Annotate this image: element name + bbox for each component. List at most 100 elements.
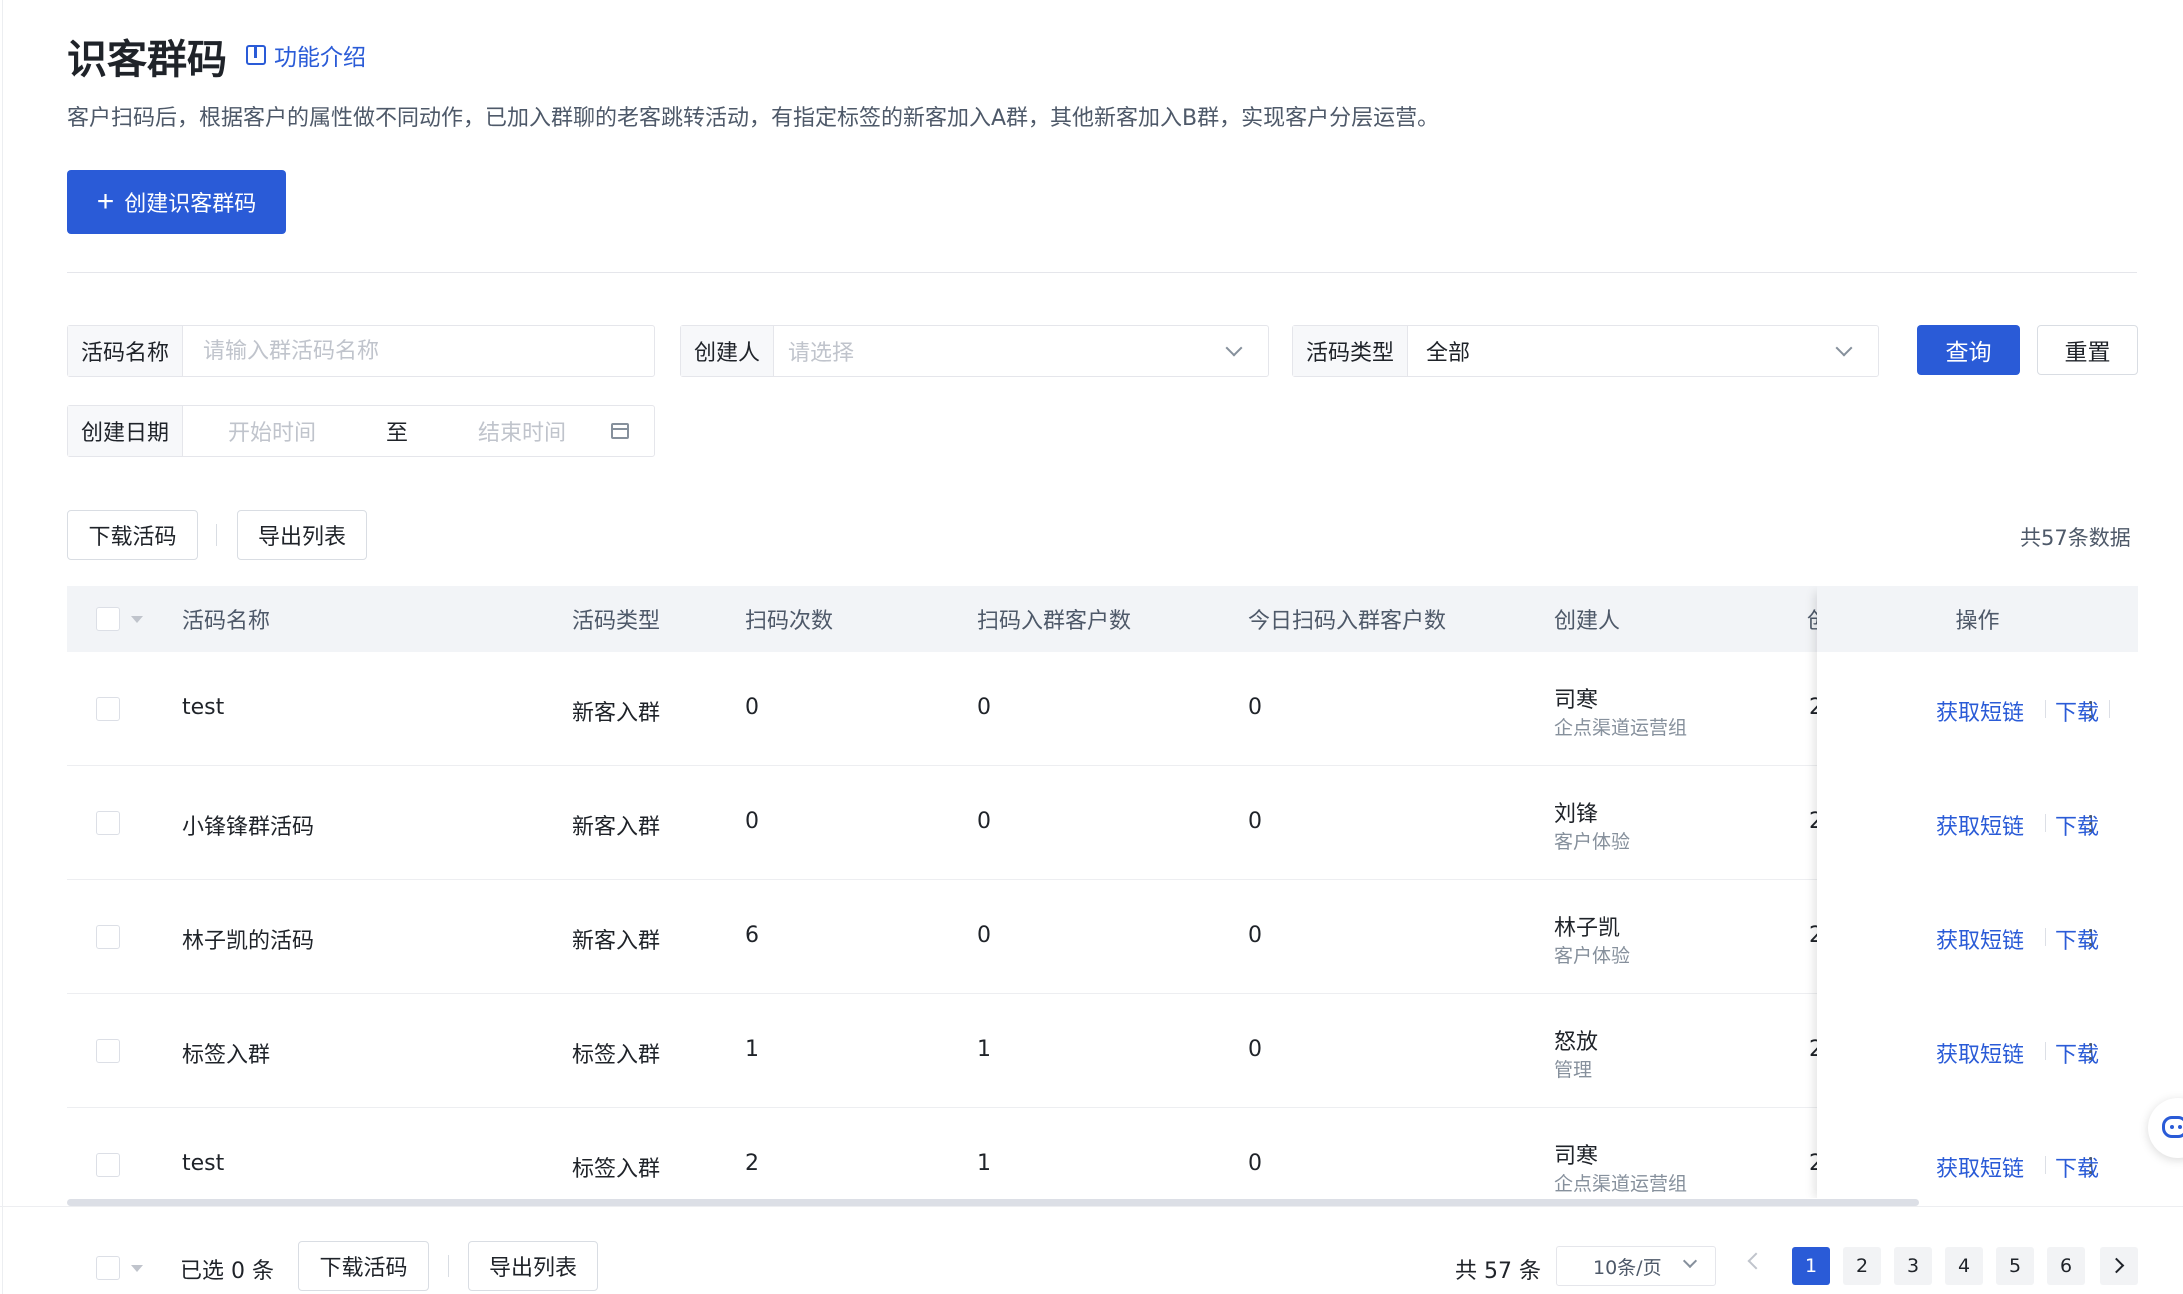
prev-page-button[interactable] bbox=[1747, 1252, 1765, 1270]
cell-joined: 0 bbox=[977, 809, 991, 834]
cell-scans: 6 bbox=[745, 923, 759, 948]
page-size-select[interactable]: 10条/页 bbox=[1556, 1246, 1716, 1286]
get-short-link-button[interactable]: 获取短链 bbox=[1936, 1151, 2024, 1183]
cell-scans: 0 bbox=[745, 809, 759, 834]
operations-column: 操作 获取短链 下载 获取短链 下载 获取短链 下载 获取短链 下载 获取短链 … bbox=[1817, 586, 2138, 1204]
cell-joined: 1 bbox=[977, 1037, 991, 1062]
cell-name: 标签入群 bbox=[182, 1043, 271, 1068]
op-separator bbox=[2045, 928, 2046, 946]
footer-divider bbox=[0, 1206, 2183, 1207]
col-joined: 扫码入群客户数 bbox=[977, 609, 1132, 634]
pagination-total: 共 57 条 bbox=[1455, 1259, 1541, 1284]
chevron-down-icon bbox=[1225, 339, 1243, 357]
feature-intro-link[interactable]: 功能介绍 bbox=[246, 38, 366, 72]
cell-creator: 司寒 bbox=[1554, 688, 1599, 713]
row-checkbox[interactable] bbox=[96, 925, 120, 949]
page-6-button[interactable]: 6 bbox=[2047, 1247, 2085, 1285]
cell-joined: 0 bbox=[977, 923, 991, 948]
chevron-right-icon bbox=[2108, 1257, 2125, 1274]
cell-type: 新客入群 bbox=[572, 929, 661, 954]
left-border bbox=[2, 0, 3, 1294]
row-checkbox[interactable] bbox=[96, 1153, 120, 1177]
date-filter[interactable]: 创建日期 开始时间 至 结束时间 bbox=[67, 405, 655, 457]
cell-name: 小锋锋群活码 bbox=[182, 815, 315, 840]
download-codes-button[interactable]: 下载活码 bbox=[67, 510, 198, 560]
type-filter[interactable]: 活码类型 全部 bbox=[1292, 325, 1879, 377]
cell-name: 林子凯的活码 bbox=[182, 929, 315, 954]
cell-today-joined: 0 bbox=[1248, 1037, 1262, 1062]
divider bbox=[67, 272, 2137, 273]
chat-icon bbox=[2162, 1116, 2183, 1138]
date-end-input[interactable]: 结束时间 bbox=[478, 415, 566, 447]
footer-download-button[interactable]: 下载活码 bbox=[298, 1241, 429, 1291]
create-code-button[interactable]: + 创建识客群码 bbox=[67, 170, 286, 234]
calendar-icon bbox=[611, 423, 629, 439]
date-range-picker[interactable]: 开始时间 至 结束时间 bbox=[183, 415, 611, 447]
row-checkbox[interactable] bbox=[96, 811, 120, 835]
date-filter-label: 创建日期 bbox=[68, 406, 184, 456]
caret-down-icon[interactable] bbox=[131, 1265, 143, 1272]
col-scans: 扫码次数 bbox=[745, 609, 834, 634]
op-separator bbox=[2045, 1042, 2046, 1060]
get-short-link-button[interactable]: 获取短链 bbox=[1936, 695, 2024, 727]
type-select[interactable]: 全部 bbox=[1408, 335, 1838, 367]
name-filter: 活码名称 bbox=[67, 325, 655, 377]
cell-creator-dept: 企点渠道运营组 bbox=[1554, 1173, 1688, 1195]
name-filter-input[interactable] bbox=[183, 326, 654, 376]
export-list-button[interactable]: 导出列表 bbox=[237, 510, 367, 560]
cell-creator-dept: 客户体验 bbox=[1554, 945, 1631, 967]
reset-button[interactable]: 重置 bbox=[2037, 325, 2138, 375]
chat-assistant-button[interactable] bbox=[2148, 1098, 2183, 1158]
date-start-input[interactable]: 开始时间 bbox=[228, 415, 316, 447]
query-button[interactable]: 查询 bbox=[1917, 325, 2020, 375]
get-short-link-button[interactable]: 获取短链 bbox=[1936, 809, 2024, 841]
cell-scans: 2 bbox=[745, 1151, 759, 1176]
get-short-link-button[interactable]: 获取短链 bbox=[1936, 923, 2024, 955]
row-checkbox[interactable] bbox=[96, 697, 120, 721]
scrollbar-thumb[interactable] bbox=[67, 1199, 1919, 1206]
cell-type: 标签入群 bbox=[572, 1157, 661, 1182]
col-ops: 操作 bbox=[1817, 586, 2138, 652]
chevron-down-icon bbox=[1835, 339, 1853, 357]
create-code-label: 创建识客群码 bbox=[124, 191, 257, 216]
page-1-button[interactable]: 1 bbox=[1792, 1247, 1830, 1285]
op-separator bbox=[2045, 814, 2046, 832]
next-page-button[interactable] bbox=[2100, 1247, 2138, 1285]
page-2-button[interactable]: 2 bbox=[1843, 1247, 1881, 1285]
select-all-checkbox[interactable] bbox=[96, 607, 120, 631]
chevron-down-icon bbox=[1682, 1253, 1698, 1269]
date-separator: 至 bbox=[385, 421, 408, 446]
name-filter-label: 活码名称 bbox=[68, 326, 184, 376]
row-checkbox[interactable] bbox=[96, 1039, 120, 1063]
cell-joined: 0 bbox=[977, 695, 991, 720]
page-4-button[interactable]: 4 bbox=[1945, 1247, 1983, 1285]
col-name: 活码名称 bbox=[182, 609, 271, 634]
cell-joined: 1 bbox=[977, 1151, 991, 1176]
page-5-button[interactable]: 5 bbox=[1996, 1247, 2034, 1285]
footer-export-button[interactable]: 导出列表 bbox=[468, 1241, 598, 1291]
more-icon[interactable] bbox=[2089, 1157, 2093, 1175]
footer-separator bbox=[448, 1255, 449, 1277]
cell-scans: 0 bbox=[745, 695, 759, 720]
cell-today-joined: 0 bbox=[1248, 695, 1262, 720]
op-separator bbox=[2045, 700, 2046, 718]
cell-creator-dept: 客户体验 bbox=[1554, 831, 1631, 853]
col-today-joined: 今日扫码入群客户数 bbox=[1248, 609, 1447, 634]
caret-down-icon[interactable] bbox=[131, 616, 143, 623]
total-count: 共57条数据 bbox=[2020, 526, 2131, 550]
get-short-link-button[interactable]: 获取短链 bbox=[1936, 1037, 2024, 1069]
cell-type: 新客入群 bbox=[572, 815, 661, 840]
creator-filter[interactable]: 创建人 请选择 bbox=[680, 325, 1269, 377]
page-3-button[interactable]: 3 bbox=[1894, 1247, 1932, 1285]
more-icon[interactable] bbox=[2089, 815, 2093, 833]
creator-select[interactable]: 请选择 bbox=[774, 335, 1228, 367]
footer-select-all-checkbox[interactable] bbox=[96, 1256, 120, 1280]
creator-filter-label: 创建人 bbox=[681, 326, 775, 376]
page-description: 客户扫码后，根据客户的属性做不同动作，已加入群聊的老客跳转活动，有指定标签的新客… bbox=[67, 106, 1440, 131]
page-title: 识客群码 bbox=[67, 37, 227, 83]
more-icon[interactable] bbox=[2089, 1043, 2093, 1061]
cell-today-joined: 0 bbox=[1248, 923, 1262, 948]
more-icon[interactable] bbox=[2089, 701, 2093, 719]
selected-count: 已选 0 条 bbox=[180, 1259, 274, 1284]
more-icon[interactable] bbox=[2089, 929, 2093, 947]
